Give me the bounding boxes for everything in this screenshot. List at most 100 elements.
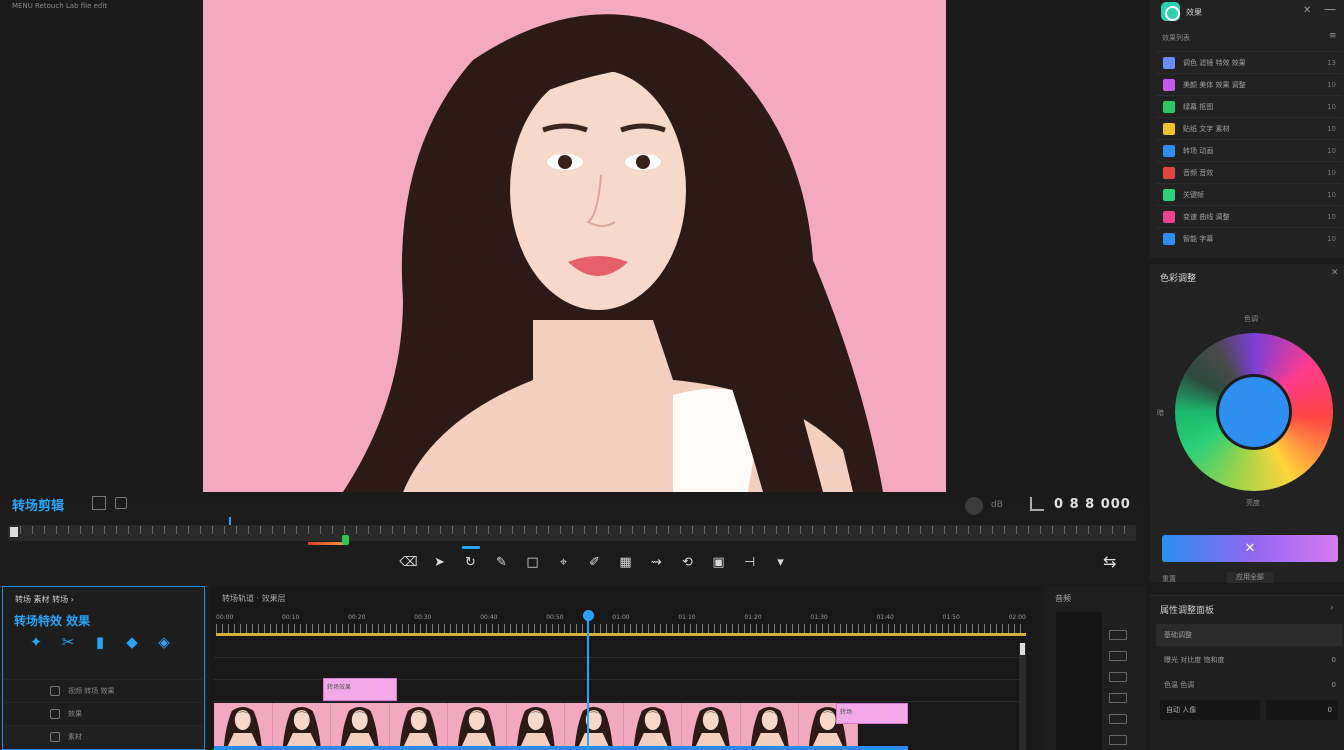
portrait-image [203,0,946,492]
value-field[interactable]: 0 [1266,700,1338,720]
effect-count: 10 [1327,102,1336,111]
video-clip-filmstrip[interactable] [214,703,858,746]
crop-icon[interactable] [1030,497,1044,511]
timeline-scroll-thumb[interactable] [1020,643,1025,655]
reset-link[interactable]: 重置 [1162,574,1176,584]
video-clip-bar [214,746,908,750]
timeline-ruler[interactable] [216,624,1026,633]
effect-row[interactable]: 变速 曲线 调整 10 [1156,205,1342,227]
panel-close-icon[interactable]: ✕ [1303,5,1311,16]
audio-eq-icon[interactable] [1109,714,1127,724]
timecode: 0 8 8 000 [1054,497,1131,512]
pen-tool[interactable]: ✎ [486,551,517,573]
effect-label: 关键帧 [1183,190,1204,199]
wheel-bottom-label: 亮度 [1246,499,1260,507]
effect-count: 10 [1327,146,1336,155]
grid-icon[interactable] [92,496,106,510]
effects-subtitle: 效果列表 [1162,34,1190,42]
transition-clip[interactable]: 转场效果 [323,678,397,701]
effect-icon [1163,232,1175,245]
fx-icon-1[interactable]: ✦ [28,634,44,650]
effect-label: 绿幕 抠图 [1183,102,1214,111]
ruler-label: 00:10 [282,614,300,621]
ruler-label: 02:00 [1008,614,1026,621]
property-row[interactable]: 基础调整 [1156,624,1342,646]
checkbox-icon[interactable] [50,731,60,742]
film-tool[interactable]: ▦ [610,551,641,573]
transition-row[interactable]: 效果 [4,702,203,724]
transition-row[interactable]: 素材 [4,725,203,747]
color-panel-close-icon[interactable]: ✕ [1331,268,1339,278]
select-tool[interactable]: ➤ [424,551,455,573]
ruler-label: 00:00 [216,614,234,621]
properties-close-icon[interactable]: › [1330,603,1334,613]
apply-all-button[interactable]: 应用全部 [1227,572,1273,583]
audio-fx-icon[interactable] [1109,693,1127,703]
swap-icon[interactable]: ⇆ [1103,552,1116,571]
volume-knob[interactable] [965,497,983,515]
playhead[interactable] [587,614,589,750]
effect-row[interactable]: 绿幕 抠图 10 [1156,95,1342,117]
video-preview[interactable] [203,0,946,492]
list-menu-icon[interactable]: ≡ [1329,31,1337,41]
app-title: MENU Retouch Lab file edit [12,2,108,10]
property-label: 色温 色调 [1164,681,1195,689]
ruler-label: 01:40 [876,614,894,621]
loop-tool[interactable]: ⟲ [672,551,703,573]
ruler-label: 00:20 [348,614,366,621]
brush-tool[interactable]: ⌖ [548,551,579,573]
transition-clip-end[interactable]: 转场 [836,703,908,724]
panel-minimize-icon[interactable]: — [1324,2,1336,16]
effect-row[interactable]: 音频 音效 10 [1156,161,1342,183]
marker-flag-tool[interactable]: ▾ [765,551,796,573]
timeline-track-2[interactable] [214,658,1026,680]
effect-row[interactable]: 转场 动画 10 [1156,139,1342,161]
playhead-handle[interactable] [583,610,594,621]
fx-icon-2[interactable]: ✂ [60,634,76,650]
crop-tool[interactable]: □ [517,551,548,573]
effect-count: 10 [1327,190,1336,199]
effect-label: 调色 滤镜 特效 效果 [1183,58,1246,67]
effect-row[interactable]: 调色 滤镜 特效 效果 13 [1156,51,1342,73]
scrub-start-handle[interactable] [10,527,18,537]
image-tool[interactable]: ▣ [703,551,734,573]
transition-row[interactable]: 视频 转场 效果 [4,679,203,701]
effect-row[interactable]: 贴纸 文字 素材 10 [1156,117,1342,139]
effect-row[interactable]: 智能 字幕 10 [1156,227,1342,249]
audio-mute-icon[interactable] [1109,630,1127,640]
fx-icon-5[interactable]: ◈ [156,634,172,650]
audio-lock-icon[interactable] [1109,672,1127,682]
effect-row[interactable]: 关键帧 10 [1156,183,1342,205]
property-row[interactable]: 曝光 对比度 饱和度 0 [1156,649,1342,671]
apply-button[interactable]: ✕ [1162,535,1338,562]
filmstrip-frame [448,703,507,746]
marker-tool[interactable]: ✐ [579,551,610,573]
filmstrip-frame [623,703,682,746]
fullscreen-icon[interactable] [115,497,127,509]
property-row[interactable]: 色温 色调 0 [1156,674,1342,696]
fx-icon-4[interactable]: ◆ [124,634,140,650]
effect-label: 音频 音效 [1183,168,1214,177]
timeline-scrollbar[interactable] [1019,643,1026,750]
checkbox-icon[interactable] [50,685,60,696]
effect-row[interactable]: 美颜 美体 效果 调整 10 [1156,73,1342,95]
fx-icon-3[interactable]: ▮ [92,634,108,650]
preset-field[interactable]: 自动 人像 [1160,700,1260,720]
effect-icon [1163,188,1175,201]
rotate-tool[interactable]: ↻ [455,546,486,573]
scrub-marker[interactable] [229,517,231,525]
color-wheel-center[interactable] [1219,377,1289,447]
audio-solo-icon[interactable] [1109,651,1127,661]
speed-tool[interactable]: ⇝ [641,551,672,573]
properties-panel [1150,595,1344,750]
audio-pan-icon[interactable] [1109,735,1127,745]
effect-count: 10 [1327,234,1336,243]
eraser-tool[interactable]: ⌫ [393,551,424,573]
split-tool[interactable]: ⊣ [734,551,765,573]
effect-count: 10 [1327,168,1336,177]
effect-label: 转场 动画 [1183,146,1214,155]
effect-count: 13 [1327,58,1336,67]
timeline-track-1[interactable] [214,636,1026,658]
ruler-label: 00:30 [414,614,432,621]
checkbox-icon[interactable] [50,708,60,719]
